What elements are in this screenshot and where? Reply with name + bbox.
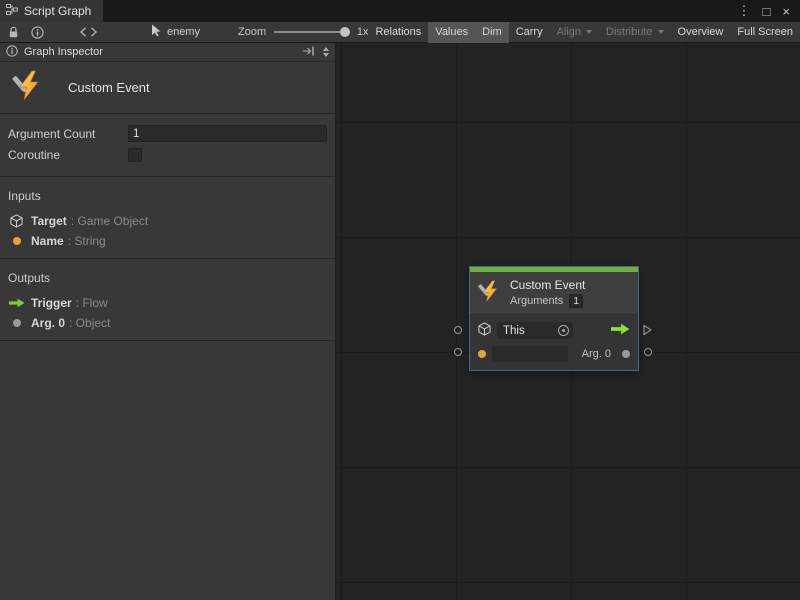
cube-icon: [8, 214, 25, 228]
scroll-spinner[interactable]: [323, 47, 329, 57]
lock-icon[interactable]: [8, 26, 19, 39]
node-body: This Arg. 0: [470, 315, 638, 370]
arguments-label: Arguments: [510, 295, 563, 307]
port-name: Trigger: [31, 296, 72, 310]
name-row: Arg. 0: [478, 345, 630, 362]
align-label: Align: [557, 26, 581, 38]
arguments-count-field[interactable]: 1: [569, 294, 583, 308]
overview-button[interactable]: Overview: [671, 22, 731, 43]
argument-count-row: Argument Count: [8, 123, 327, 144]
coroutine-label: Coroutine: [8, 148, 128, 162]
unit-header: Custom Event: [0, 62, 335, 114]
argument-count-input[interactable]: [128, 125, 327, 142]
window-menu-icon[interactable]: ⋮: [738, 3, 751, 19]
unit-title: Custom Event: [68, 80, 150, 95]
tab-title: Script Graph: [24, 4, 91, 18]
graph-toolbar: enemy Zoom 1x Relations Values Dim Carry…: [0, 22, 800, 43]
coroutine-row: Coroutine: [8, 144, 327, 165]
target-dropdown[interactable]: This: [497, 322, 573, 339]
value-port-icon: [8, 237, 25, 245]
custom-event-icon: [478, 280, 501, 306]
custom-event-icon: [12, 70, 44, 105]
trigger-output-port[interactable]: [643, 324, 652, 339]
zoom-slider-knob[interactable]: [340, 27, 350, 37]
list-item: Name : String: [0, 231, 335, 251]
value-port-icon[interactable]: [478, 350, 486, 358]
port-name: Target: [31, 214, 67, 228]
chevron-up-icon: [323, 47, 329, 51]
script-graph-icon: [6, 4, 18, 18]
custom-event-node[interactable]: Custom Event Arguments 1 This: [470, 267, 638, 370]
coroutine-checkbox[interactable]: [128, 148, 142, 162]
target-value: This: [503, 325, 525, 337]
list-item: Arg. 0 : Object: [0, 313, 335, 333]
graph-inspector-title: Graph Inspector: [24, 46, 103, 58]
object-port-icon[interactable]: [622, 350, 630, 358]
align-dropdown[interactable]: Align: [550, 22, 599, 43]
full-screen-button[interactable]: Full Screen: [730, 22, 800, 43]
graph-reference[interactable]: enemy: [151, 24, 200, 40]
graph-name: enemy: [167, 26, 200, 38]
inputs-heading: Inputs: [0, 182, 335, 211]
inputs-section: Inputs Target : Game Object Name : Strin…: [0, 177, 335, 259]
port-type: : Flow: [76, 296, 108, 310]
event-name-input[interactable]: [492, 346, 568, 362]
unit-fields: Argument Count Coroutine: [0, 114, 335, 177]
cube-icon: [478, 322, 491, 339]
target-input-port[interactable]: [454, 326, 462, 334]
name-input-port[interactable]: [454, 348, 462, 356]
flow-arrow-icon: [8, 298, 25, 308]
graph-inspector-header[interactable]: Graph Inspector: [0, 43, 335, 62]
port-type: : Game Object: [71, 214, 148, 228]
port-type: : String: [68, 234, 106, 248]
dock-icon[interactable]: [302, 45, 315, 60]
list-item: Target : Game Object: [0, 211, 335, 231]
target-row: This: [478, 322, 630, 339]
graph-canvas[interactable]: Custom Event Arguments 1 This: [336, 43, 800, 600]
chevron-down-icon: [586, 30, 592, 34]
zoom-value: 1x: [357, 26, 369, 38]
carry-button[interactable]: Carry: [509, 22, 550, 43]
distribute-label: Distribute: [606, 26, 652, 38]
distribute-dropdown[interactable]: Distribute: [599, 22, 670, 43]
object-picker-icon[interactable]: [558, 325, 569, 336]
titlebar: Script Graph ⋮ □ ×: [0, 0, 800, 22]
outputs-section: Outputs Trigger : Flow Arg. 0 : Object: [0, 259, 335, 341]
zoom-label: Zoom: [238, 26, 266, 38]
info-icon[interactable]: [31, 26, 44, 39]
list-item: Trigger : Flow: [0, 293, 335, 313]
port-name: Name: [31, 234, 64, 248]
cursor-icon: [151, 24, 162, 40]
values-button[interactable]: Values: [428, 22, 475, 43]
toolbar-buttons: Relations Values Dim Carry Align Distrib…: [368, 22, 800, 43]
port-type: : Object: [69, 316, 110, 330]
zoom-slider[interactable]: [274, 27, 350, 37]
info-icon: [6, 45, 18, 60]
tab-script-graph[interactable]: Script Graph: [0, 0, 103, 22]
close-icon[interactable]: ×: [782, 4, 790, 19]
chevron-down-icon: [658, 30, 664, 34]
zoom-slider-track: [274, 31, 350, 33]
maximize-icon[interactable]: □: [763, 4, 771, 19]
window-controls: ⋮ □ ×: [738, 0, 800, 22]
node-title: Custom Event: [510, 278, 585, 292]
arg0-label: Arg. 0: [582, 348, 611, 360]
arg0-output-port[interactable]: [644, 348, 652, 356]
argument-count-label: Argument Count: [8, 127, 128, 141]
chevron-down-icon: [323, 53, 329, 57]
node-header[interactable]: Custom Event Arguments 1: [470, 272, 638, 315]
code-icon[interactable]: [80, 27, 97, 37]
dim-button[interactable]: Dim: [475, 22, 509, 43]
object-port-icon: [8, 319, 25, 327]
graph-inspector-panel: Graph Inspector Custom Event Argument Co…: [0, 43, 336, 600]
outputs-heading: Outputs: [0, 264, 335, 293]
relations-button[interactable]: Relations: [368, 22, 428, 43]
flow-arrow-icon[interactable]: [611, 323, 630, 338]
port-name: Arg. 0: [31, 316, 65, 330]
